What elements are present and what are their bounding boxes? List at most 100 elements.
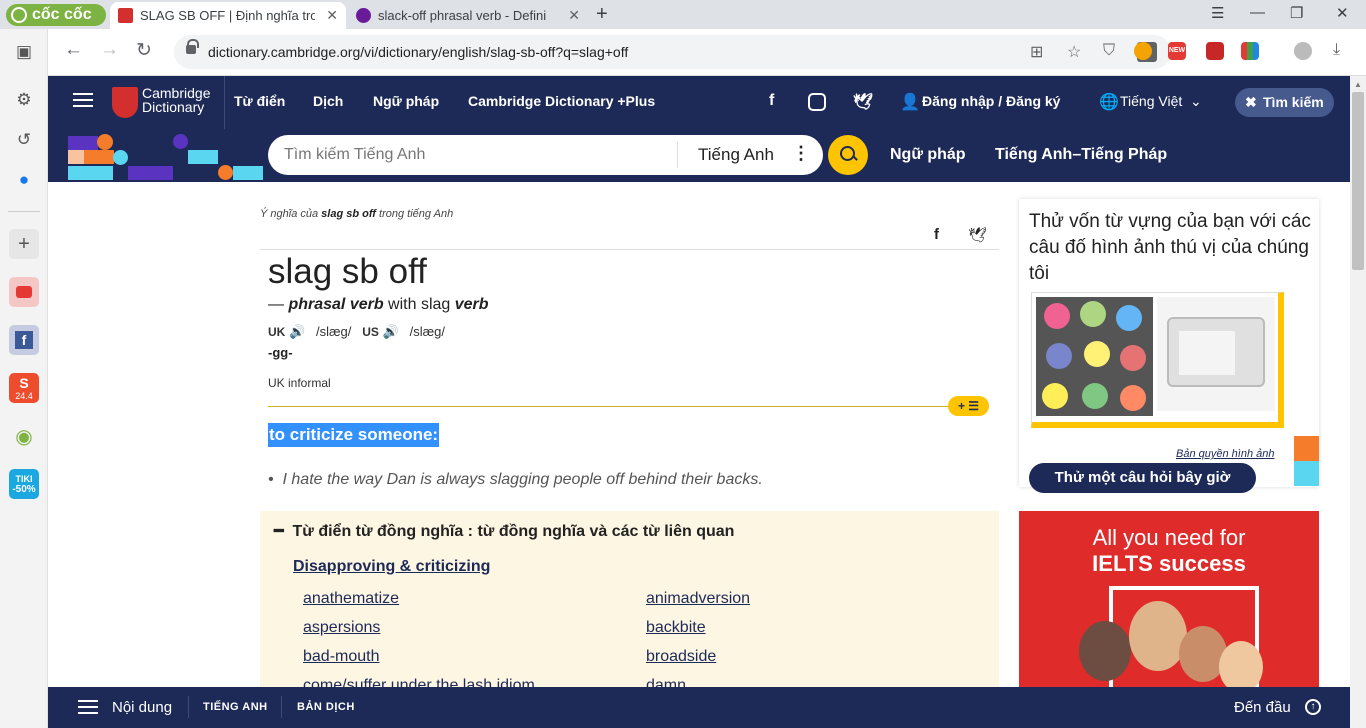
search-icon[interactable] <box>828 135 868 175</box>
instagram-icon[interactable] <box>808 93 826 111</box>
back-icon[interactable]: ← <box>64 39 83 61</box>
history-icon[interactable]: ↺ <box>9 125 39 155</box>
profile-avatar[interactable] <box>1294 42 1312 60</box>
minimize-icon[interactable]: — <box>1250 4 1265 21</box>
panel-icon[interactable]: ▣ <box>9 37 39 67</box>
synonym-link[interactable]: anathematize <box>303 590 399 608</box>
dictionary-selector[interactable]: Tiếng Anh <box>698 145 774 165</box>
search-input[interactable]: Tìm kiếm Tiếng Anh <box>284 146 425 164</box>
page-scrollbar[interactable]: ▲ <box>1350 76 1366 728</box>
thesaurus-box: ━ Từ điển từ đồng nghĩa : từ đồng nghĩa … <box>260 511 999 687</box>
facebook-icon[interactable]: f <box>9 325 39 355</box>
downloads-icon[interactable]: ⤓ <box>1333 41 1340 59</box>
paint-dot <box>1046 343 1072 369</box>
contents-button[interactable]: Nội dung <box>112 699 172 716</box>
share-facebook-icon[interactable]: f <box>934 226 939 243</box>
menu-icon[interactable]: ☰ <box>1211 4 1224 22</box>
example-text: I hate the way Dan is always slagging pe… <box>282 471 763 488</box>
coccoc-green-icon[interactable]: ◉ <box>9 421 39 451</box>
shield-icon[interactable]: ⛉ <box>1103 42 1115 60</box>
back-to-top-button[interactable]: Đến đầu <box>1234 699 1291 716</box>
url-bar[interactable]: dictionary.cambridge.org/vi/dictionary/e… <box>174 35 1171 69</box>
synonym-link[interactable]: aspersions <box>303 619 380 637</box>
tiki-icon[interactable]: TIKI -50% <box>9 469 39 499</box>
forward-icon[interactable]: → <box>100 39 119 61</box>
search-toggle-label: Tìm kiếm <box>1263 94 1324 110</box>
new-tab-icon[interactable]: + <box>596 3 608 26</box>
ielts-ad[interactable]: All you need for IELTS success <box>1019 511 1319 687</box>
deco-shape <box>68 136 98 150</box>
language-selector[interactable]: Tiếng Việt <box>1120 93 1182 109</box>
scroll-up-icon[interactable]: ▲ <box>1354 80 1362 89</box>
quiz-image[interactable] <box>1031 292 1284 428</box>
scrollbar-thumb[interactable] <box>1352 92 1364 270</box>
twitter-icon[interactable]: 🕊 <box>853 92 873 112</box>
pronunciation: UK 🔊 /slæɡ/ US 🔊 /slæɡ/ <box>268 324 445 340</box>
thesaurus-title[interactable]: ━ Từ điển từ đồng nghĩa : từ đồng nghĩa … <box>274 521 734 541</box>
synonym-link[interactable]: bad-mouth <box>303 648 380 666</box>
close-tab-icon[interactable]: ✕ <box>326 2 338 29</box>
nav-dictionary[interactable]: Từ điển <box>234 93 285 109</box>
try-quiz-button[interactable]: Thử một câu hỏi bây giờ <box>1029 463 1256 493</box>
brand-line-1: Cambridge <box>142 85 211 101</box>
youtube-icon[interactable] <box>9 277 39 307</box>
pos-verb: verb <box>454 296 489 313</box>
extension-red-icon[interactable] <box>1206 42 1224 60</box>
close-tab-icon[interactable]: ✕ <box>568 2 580 29</box>
login-link[interactable]: Đăng nhập / Đăng ký <box>922 93 1060 109</box>
image-credit-link[interactable]: Bản quyền hình ảnh <box>1176 448 1274 460</box>
color-extension-icon[interactable] <box>1241 42 1259 60</box>
browser-tab-1[interactable]: SLAG SB OFF | Định nghĩa tro ✕ <box>110 2 346 29</box>
synonym-link[interactable]: come/suffer under the lash idiom <box>303 677 535 687</box>
deco-square <box>1294 461 1319 486</box>
bookmark-star-icon[interactable]: ☆ <box>1067 42 1081 62</box>
pos-dash: — <box>268 296 289 313</box>
quiz-title: Thử vốn từ vựng của bạn với các câu đố h… <box>1029 211 1311 284</box>
extension-icon[interactable] <box>1134 42 1152 60</box>
search-link-en-fr[interactable]: Tiếng Anh–Tiếng Pháp <box>995 146 1167 164</box>
synonym-link[interactable]: backbite <box>646 619 706 637</box>
nav-plus[interactable]: Cambridge Dictionary +Plus <box>468 93 655 109</box>
part-of-speech: — phrasal verb with slag verb <box>268 296 489 314</box>
search-toggle-button[interactable]: ✖ Tìm kiếm <box>1235 88 1334 117</box>
new-extension-icon[interactable]: NEW <box>1168 42 1186 60</box>
browser-tab-2[interactable]: slack-off phrasal verb - Defini ✕ <box>348 2 588 29</box>
nav-translate[interactable]: Dịch <box>313 93 343 109</box>
deco-shape <box>188 150 218 164</box>
share-twitter-icon[interactable]: 🕊 <box>968 226 987 244</box>
add-to-list-button[interactable]: + ☰ <box>948 396 989 416</box>
us-audio-icon[interactable]: 🔊 <box>383 324 399 339</box>
tab-title: SLAG SB OFF | Định nghĩa tro <box>140 8 315 23</box>
register-label: UK informal <box>268 376 331 390</box>
tab-english[interactable]: TIẾNG ANH <box>203 701 268 713</box>
ad-person <box>1219 641 1263 687</box>
arrow-up-icon[interactable]: ↑ <box>1305 699 1321 715</box>
synonym-link[interactable]: damn <box>646 677 686 687</box>
more-options-icon[interactable]: ⋮ <box>792 143 810 164</box>
coccoc-logo[interactable]: cốc cốc <box>6 4 106 26</box>
deco-shape <box>173 134 188 149</box>
hamburger-menu-icon[interactable] <box>73 93 93 95</box>
synonym-link[interactable]: animadversion <box>646 590 750 608</box>
translate-icon[interactable]: ⊞ <box>1030 42 1043 62</box>
chevron-down-icon[interactable]: ⌄ <box>1190 93 1202 110</box>
shopee-icon[interactable]: S 24.4 <box>9 373 39 403</box>
maximize-icon[interactable]: ❐ <box>1290 4 1303 22</box>
add-icon[interactable]: + <box>9 229 39 259</box>
messenger-icon[interactable]: ● <box>9 165 39 195</box>
facebook-icon[interactable]: f <box>769 92 774 110</box>
menu-icon[interactable] <box>78 700 98 702</box>
nav-grammar[interactable]: Ngữ pháp <box>373 93 439 109</box>
synonym-link[interactable]: broadside <box>646 648 716 666</box>
close-window-icon[interactable]: ✕ <box>1336 4 1349 22</box>
reload-icon[interactable]: ↻ <box>136 39 152 62</box>
example-sentence: • I hate the way Dan is always slagging … <box>268 471 763 488</box>
url-text: dictionary.cambridge.org/vi/dictionary/e… <box>208 44 629 60</box>
site-brand[interactable]: Cambridge Dictionary <box>142 86 210 114</box>
settings-icon[interactable]: ⚙ <box>9 85 39 115</box>
search-link-grammar[interactable]: Ngữ pháp <box>890 146 966 164</box>
paint-dot <box>1080 301 1106 327</box>
uk-audio-icon[interactable]: 🔊 <box>289 324 305 339</box>
thesaurus-category[interactable]: Disapproving & criticizing <box>293 558 490 576</box>
tab-translations[interactable]: BẢN DỊCH <box>297 701 355 713</box>
